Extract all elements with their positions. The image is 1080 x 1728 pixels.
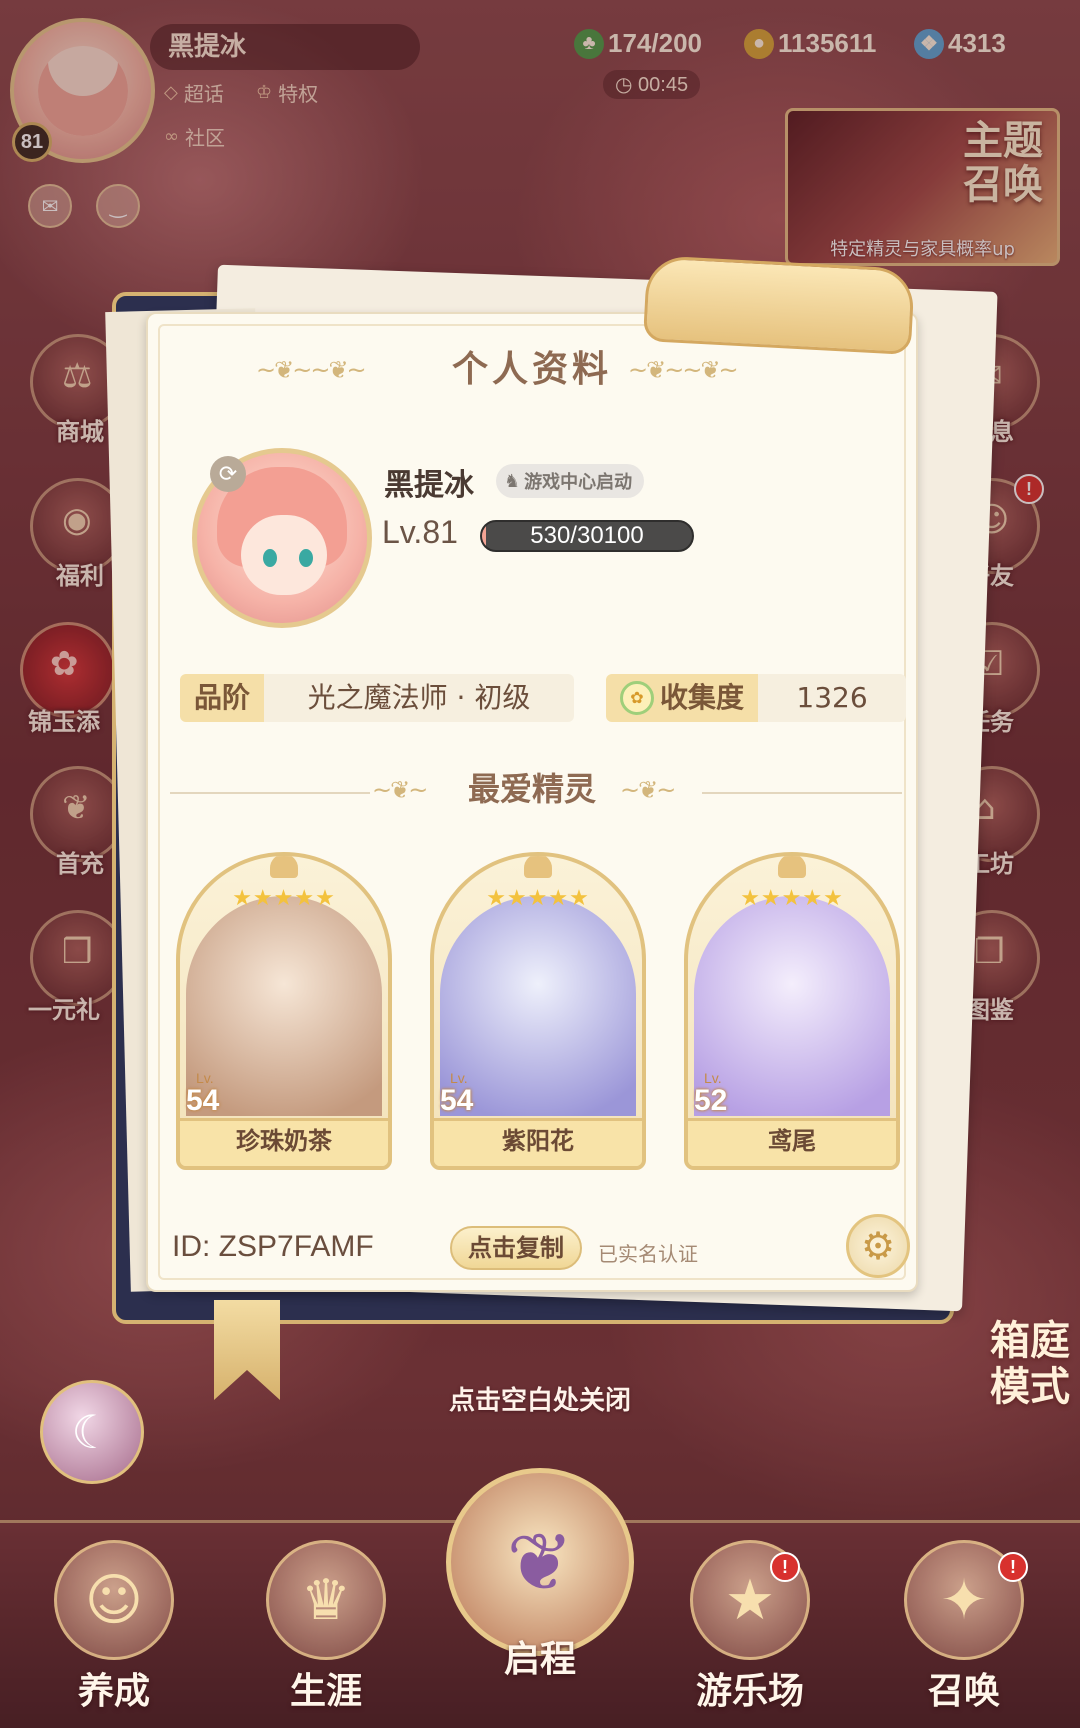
tab-summon-label: 召唤 (927, 1670, 1000, 1712)
settings-button[interactable]: ⚙ (846, 1214, 910, 1278)
exp-bar: 530/30100 (480, 520, 694, 552)
summon-alert-badge: ! (998, 1552, 1028, 1582)
spirit-level: 54 (186, 1084, 220, 1117)
book-butterfly-icon: ❦ (446, 1468, 634, 1656)
garden-mode-button[interactable]: 箱庭 模式 (880, 1318, 1070, 1438)
flower-badge-icon: ✿ (620, 681, 654, 715)
sync-icon[interactable]: ⟳ (210, 456, 246, 492)
collection-row: ✿ 收集度 1326 (606, 674, 907, 722)
exp-text: 530/30100 (530, 522, 644, 549)
section-flourish-right: ~❦~ (620, 776, 676, 804)
spirit-card[interactable]: ★★★★★ Lv. 52 鸢尾 (684, 852, 900, 1170)
profile-name: 黑提冰 (384, 468, 474, 503)
divider-right (702, 792, 902, 794)
tab-career[interactable]: ♛ 生涯 (236, 1530, 416, 1720)
rank-value: 光之魔法师 · 初级 (264, 674, 575, 722)
qq-penguin-icon: ♞ (504, 470, 521, 492)
spirit-portrait (186, 896, 382, 1116)
tab-journey[interactable]: ❦ 启程 (440, 1462, 640, 1682)
spirit-level: 52 (694, 1084, 728, 1117)
spirit-card[interactable]: ★★★★★ Lv. 54 珍珠奶茶 (176, 852, 392, 1170)
player-id: ID: ZSP7FAMF (172, 1230, 374, 1263)
amusement-alert-badge: ! (770, 1552, 800, 1582)
tab-cultivate-label: 养成 (77, 1670, 150, 1712)
title-flourish-right: ~❦~~❦~ (628, 356, 739, 384)
tab-summon[interactable]: ✦ 召唤 (874, 1530, 1054, 1720)
gear-icon: ⚙ (860, 1224, 896, 1268)
girl-portrait-icon: ☺ (54, 1540, 174, 1660)
spirit-name: 珍珠奶茶 (180, 1118, 388, 1166)
tab-cultivate[interactable]: ☺ 养成 (24, 1530, 204, 1720)
collection-value: 1326 (758, 674, 907, 722)
profile-level: Lv.81 (382, 514, 458, 550)
modal-title: 个人资料 (451, 348, 612, 390)
spirit-portrait (694, 896, 890, 1116)
close-hint: 点击空白处关闭 (448, 1386, 631, 1416)
spirit-level: 54 (440, 1084, 474, 1117)
rank-label: 品阶 (180, 674, 265, 722)
collection-label: 收集度 (660, 681, 745, 714)
star-rating: ★★★★★ (232, 886, 336, 911)
verified-status: 已实名认证 (598, 1242, 698, 1266)
game-center-tag: ♞ 游戏中心启动 (496, 464, 645, 498)
tab-journey-label: 启程 (503, 1638, 576, 1680)
tab-amusement-park[interactable]: ★ 游乐场 (660, 1530, 840, 1720)
rank-row: 品阶 光之魔法师 · 初级 (180, 674, 575, 722)
crown-icon: ♛ (266, 1540, 386, 1660)
star-rating: ★★★★★ (740, 886, 844, 911)
copy-id-button[interactable]: 点击复制 (450, 1226, 582, 1270)
star-rating: ★★★★★ (486, 886, 590, 911)
favorites-title: 最爱精灵 (467, 770, 596, 808)
spirit-portrait (440, 896, 636, 1116)
tab-career-label: 生涯 (289, 1670, 362, 1712)
spirit-card[interactable]: ★★★★★ Lv. 54 紫阳花 (430, 852, 646, 1170)
tab-amusement-park-label: 游乐场 (695, 1670, 804, 1712)
collection-key: ✿ 收集度 (606, 674, 759, 722)
spirit-name: 紫阳花 (434, 1118, 642, 1166)
spirit-name: 鸢尾 (688, 1118, 896, 1166)
